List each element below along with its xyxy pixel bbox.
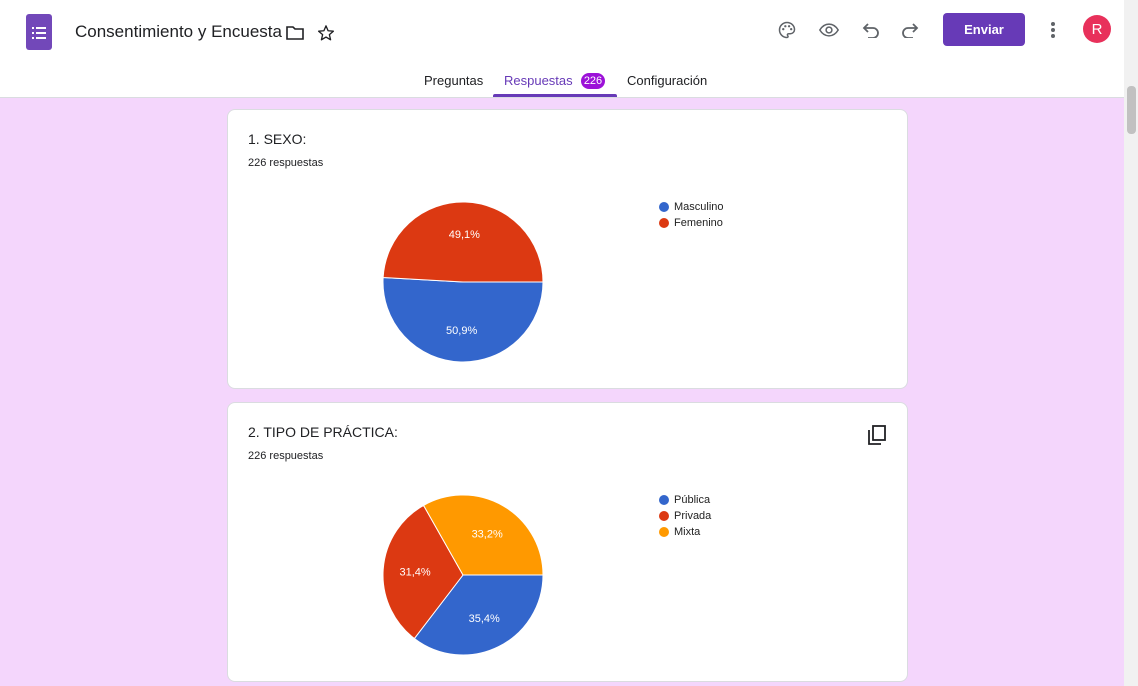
tab-configuracion[interactable]: Configuración	[627, 73, 707, 88]
pie-slice-label: 33,2%	[472, 529, 503, 541]
tab-preguntas[interactable]: Preguntas	[424, 73, 483, 88]
palette-icon[interactable]	[776, 19, 798, 41]
legend-swatch	[659, 202, 669, 212]
legend-item: Masculino	[659, 199, 724, 215]
pie-slice-label: 35,4%	[469, 613, 500, 625]
legend-label: Masculino	[674, 201, 724, 213]
scrollbar-thumb[interactable]	[1127, 86, 1136, 134]
active-tab-indicator	[493, 94, 617, 97]
tab-respuestas[interactable]: Respuestas	[504, 73, 573, 88]
legend-label: Femenino	[674, 217, 723, 229]
pie-chart: 50,9% 49,1%	[382, 201, 544, 363]
legend-label: Mixta	[674, 526, 701, 538]
legend-label: Privada	[674, 510, 712, 522]
star-icon[interactable]	[316, 23, 336, 43]
forms-app-icon[interactable]	[26, 14, 52, 50]
pie-slice-masculino[interactable]	[382, 276, 544, 363]
more-vert-icon[interactable]	[1043, 19, 1063, 41]
copy-chart-icon[interactable]	[866, 424, 888, 446]
preview-eye-icon[interactable]	[818, 20, 840, 40]
legend-item: Mixta	[659, 524, 711, 540]
legend-label: Pública	[674, 494, 711, 506]
legend-swatch	[659, 527, 669, 537]
pie-slice-label: 31,4%	[400, 567, 431, 579]
avatar[interactable]: R	[1083, 15, 1111, 43]
tab-bar: Preguntas Respuestas 226 Configuración	[0, 66, 1138, 98]
legend-swatch	[659, 218, 669, 228]
response-count: 226 respuestas	[248, 450, 324, 462]
document-title[interactable]: Consentimiento y Encuesta	[75, 22, 282, 42]
pie-slice-label: 50,9%	[446, 325, 477, 337]
question-title: 1. SEXO:	[248, 131, 307, 147]
send-button[interactable]: Enviar	[943, 13, 1025, 46]
chart-legend: Pública Privada Mixta	[659, 492, 711, 540]
top-bar: Consentimiento y Encuesta Enviar R Pregu…	[0, 0, 1138, 98]
legend-swatch	[659, 511, 669, 521]
folder-icon[interactable]	[285, 24, 305, 42]
pie-slice-femenino[interactable]	[382, 201, 544, 283]
legend-item: Femenino	[659, 215, 724, 231]
undo-icon[interactable]	[861, 20, 881, 40]
question-title: 2. TIPO DE PRÁCTICA:	[248, 424, 398, 440]
question-card: 1. SEXO: 226 respuestas 50,9% 49,1% Mascu…	[227, 109, 908, 389]
response-count: 226 respuestas	[248, 157, 324, 169]
legend-swatch	[659, 495, 669, 505]
pie-chart: 35,4% 31,4% 33,2%	[382, 494, 544, 656]
legend-item: Pública	[659, 492, 711, 508]
legend-item: Privada	[659, 508, 711, 524]
responses-count-badge: 226	[581, 73, 605, 89]
question-card: 2. TIPO DE PRÁCTICA: 226 respuestas 35,4…	[227, 402, 908, 682]
pie-slice-label: 49,1%	[449, 229, 480, 241]
redo-icon[interactable]	[900, 20, 920, 40]
chart-legend: Masculino Femenino	[659, 199, 724, 231]
